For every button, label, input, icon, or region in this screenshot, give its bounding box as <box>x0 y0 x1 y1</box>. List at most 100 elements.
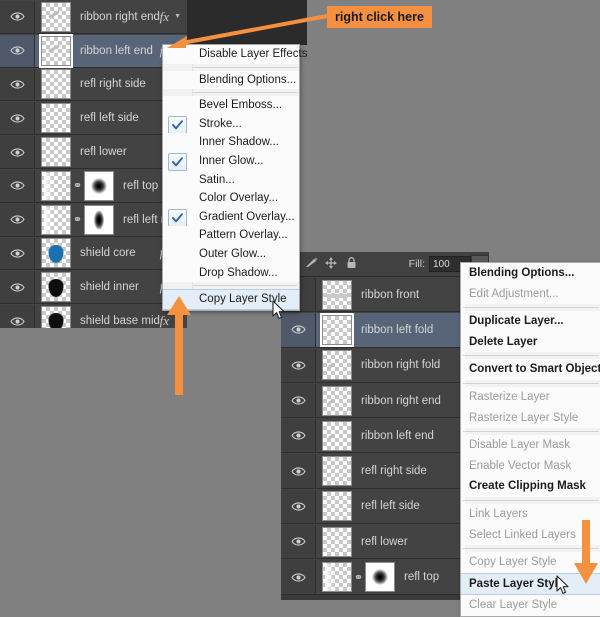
menu-item[interactable]: Enable Vector Mask <box>461 456 600 477</box>
layer-row[interactable]: ⚭refl top <box>0 169 187 203</box>
menu-item[interactable]: Stroke... <box>163 115 299 134</box>
menu-item[interactable]: Disable Layer Effects <box>163 45 299 64</box>
layer-visibility-toggle[interactable] <box>0 305 35 328</box>
layer-visibility-toggle[interactable] <box>0 204 35 236</box>
layer-visibility-toggle[interactable] <box>0 69 35 101</box>
layer-visibility-toggle[interactable] <box>281 490 316 523</box>
layer-thumbnails[interactable] <box>316 527 352 557</box>
layer-thumbnails[interactable] <box>316 350 352 380</box>
layer-thumbnail[interactable] <box>41 306 71 328</box>
layer-row[interactable]: refl lower <box>281 524 489 559</box>
layer-thumbnail[interactable] <box>41 103 71 133</box>
layer-thumbnails[interactable] <box>316 491 352 521</box>
layer-visibility-toggle[interactable] <box>0 136 35 168</box>
menu-item[interactable]: Paste Layer Style <box>461 573 600 596</box>
lock-position-icon[interactable] <box>321 257 341 272</box>
menu-item[interactable]: Link Layers <box>461 504 600 525</box>
layer-thumbnails[interactable] <box>316 456 352 486</box>
layer-row[interactable]: ribbon right fold <box>281 348 489 383</box>
fx-icon[interactable]: fx <box>160 9 169 25</box>
menu-item[interactable]: Blending Options... <box>163 71 299 90</box>
layer-thumbnail[interactable] <box>41 238 71 268</box>
layer-visibility-toggle[interactable] <box>281 454 316 487</box>
layer-thumbnail[interactable] <box>41 205 71 235</box>
layer-thumbnails[interactable] <box>316 386 352 416</box>
menu-item[interactable]: Drop Shadow... <box>163 264 299 283</box>
checkmark-icon[interactable] <box>168 209 187 227</box>
layer-row[interactable]: refl right side <box>281 453 489 488</box>
layer-thumbnail[interactable] <box>322 350 352 380</box>
layer-visibility-toggle[interactable] <box>0 238 35 270</box>
menu-item[interactable]: Color Overlay... <box>163 189 299 208</box>
layer-thumbnails[interactable] <box>35 2 71 32</box>
layer-row[interactable]: refl lower <box>0 135 187 169</box>
menu-item[interactable]: Clear Layer Style <box>461 595 600 616</box>
layer-visibility-toggle[interactable] <box>281 384 316 417</box>
checkmark-icon[interactable] <box>168 153 187 171</box>
layer-thumbnail[interactable] <box>41 137 71 167</box>
layer-thumbnails[interactable] <box>35 36 71 66</box>
layer-thumbnails[interactable]: ⚭ <box>316 562 395 592</box>
layer-visibility-toggle[interactable] <box>281 525 316 558</box>
layer-row[interactable]: ribbon right end <box>281 383 489 418</box>
mask-link-icon[interactable]: ⚭ <box>71 213 84 226</box>
layer-thumbnails[interactable]: ⚭ <box>35 205 114 235</box>
layer-row[interactable]: refl right side <box>0 68 187 102</box>
layer-thumbnail[interactable] <box>41 69 71 99</box>
menu-item[interactable]: Inner Glow... <box>163 152 299 171</box>
menu-item[interactable]: Outer Glow... <box>163 245 299 264</box>
layer-row[interactable]: refl left side <box>0 101 187 135</box>
layer-visibility-toggle[interactable] <box>281 349 316 382</box>
layer-visibility-toggle[interactable] <box>0 170 35 202</box>
menu-item[interactable]: Blending Options... <box>461 263 600 284</box>
layer-thumbnails[interactable] <box>35 69 71 99</box>
layer-row[interactable]: ribbon front <box>281 277 489 312</box>
layer-visibility-toggle[interactable] <box>281 419 316 452</box>
layer-thumbnail[interactable] <box>41 36 71 66</box>
layer-fx-indicator[interactable]: fx ▼ <box>160 1 181 33</box>
layer-thumbnail[interactable] <box>41 171 71 201</box>
layer-row[interactable]: ribbon left fold <box>281 312 489 347</box>
layer-mask-thumbnail[interactable] <box>365 562 395 592</box>
menu-item[interactable]: Pattern Overlay... <box>163 226 299 245</box>
menu-item[interactable]: Select Linked Layers <box>461 525 600 546</box>
layer-mask-thumbnail[interactable] <box>84 171 114 201</box>
layer-row[interactable]: ribbon left end <box>281 418 489 453</box>
layer-thumbnails[interactable] <box>35 238 71 268</box>
layer-thumbnail[interactable] <box>322 315 352 345</box>
layer-visibility-toggle[interactable] <box>0 102 35 134</box>
layer-mask-thumbnail[interactable] <box>84 205 114 235</box>
layer-thumbnails[interactable] <box>316 421 352 451</box>
layer-row[interactable]: ribbon left endfx▼ <box>0 34 187 68</box>
chevron-down-icon[interactable]: ▼ <box>174 13 181 20</box>
layer-thumbnail[interactable] <box>322 527 352 557</box>
layers-panel-toolbar[interactable]: Fill: 100 ▼ <box>281 252 489 277</box>
lock-image-icon[interactable] <box>301 257 321 271</box>
layer-context-menu[interactable]: Blending Options...Edit Adjustment...Dup… <box>460 262 600 617</box>
layer-visibility-toggle[interactable] <box>0 35 35 67</box>
menu-item[interactable]: Gradient Overlay... <box>163 208 299 227</box>
layer-thumbnail[interactable] <box>322 562 352 592</box>
layer-row[interactable]: shield corefx▼ <box>0 237 187 271</box>
menu-item[interactable]: Inner Shadow... <box>163 133 299 152</box>
menu-item[interactable]: Edit Adjustment... <box>461 284 600 305</box>
menu-item[interactable]: Satin... <box>163 171 299 190</box>
layer-thumbnails[interactable] <box>35 137 71 167</box>
layer-row[interactable]: refl left side <box>281 489 489 524</box>
layer-row[interactable]: ⚭refl top <box>281 559 489 594</box>
layers-panel-target[interactable]: Fill: 100 ▼ ribbon frontribbon left fold… <box>281 252 489 600</box>
chevron-down-icon[interactable]: ▼ <box>174 318 181 325</box>
menu-item[interactable]: Delete Layer <box>461 332 600 353</box>
layers-panel-source[interactable]: ribbon right endfx▼ribbon left endfx▼ref… <box>0 0 187 328</box>
layer-thumbnail[interactable] <box>322 386 352 416</box>
layer-thumbnail[interactable] <box>41 2 71 32</box>
mask-link-icon[interactable]: ⚭ <box>352 571 365 584</box>
layer-visibility-toggle[interactable] <box>0 1 35 33</box>
layer-row[interactable]: ribbon right endfx▼ <box>0 0 187 34</box>
layer-thumbnails[interactable] <box>35 272 71 302</box>
layer-thumbnails[interactable] <box>35 103 71 133</box>
menu-item[interactable]: Rasterize Layer <box>461 387 600 408</box>
menu-item[interactable]: Convert to Smart Object <box>461 359 600 380</box>
layer-thumbnails[interactable] <box>35 306 71 328</box>
layer-thumbnail[interactable] <box>41 272 71 302</box>
